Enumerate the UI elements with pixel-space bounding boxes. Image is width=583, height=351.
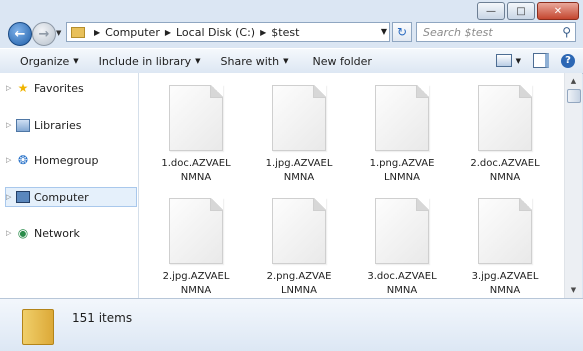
nav-item-network[interactable]: ▷ ◉ Network	[6, 224, 136, 242]
command-bar: Organize ▼ Include in library ▼ Share with…	[0, 48, 583, 74]
blank-document-icon	[272, 85, 326, 151]
search-placeholder: Search $test	[423, 25, 493, 39]
maximize-icon: □	[516, 5, 526, 17]
expand-arrow-icon[interactable]: ▷	[6, 84, 16, 92]
chevron-right-icon[interactable]: ▶	[94, 28, 100, 37]
chevron-down-icon[interactable]: ▼	[381, 27, 387, 36]
file-item[interactable]: 2.png.AZVAELNMNA	[250, 198, 348, 298]
refresh-button[interactable]: ↻	[392, 22, 412, 42]
breadcrumb-local-disk[interactable]: Local Disk (C:)	[176, 26, 255, 39]
file-item[interactable]: 1.png.AZVAELNMNA	[353, 85, 451, 185]
details-pane: 151 items	[0, 298, 583, 351]
blank-document-icon	[478, 198, 532, 264]
nav-item-label: Network	[34, 226, 80, 240]
forward-button[interactable]: →	[32, 22, 56, 46]
chevron-down-icon: ▼	[283, 57, 289, 65]
expand-arrow-icon[interactable]: ▷	[6, 229, 16, 237]
chevron-right-icon[interactable]: ▶	[165, 28, 171, 37]
search-input[interactable]: Search $test ⚲	[416, 22, 576, 42]
organize-button[interactable]: Organize ▼	[12, 55, 87, 68]
file-name: 2.png.AZVAELNMNA	[266, 271, 332, 296]
help-icon[interactable]: ?	[561, 53, 575, 68]
breadcrumb-test-folder[interactable]: $test	[271, 26, 299, 39]
file-list: 1.doc.AZVAELNMNA 1.jpg.AZVAELNMNA 1.png.…	[139, 73, 564, 298]
back-arrow-icon: ←	[14, 26, 26, 42]
nav-item-favorites[interactable]: ▷ ★ Favorites	[6, 79, 136, 97]
file-name: 1.doc.AZVAELNMNA	[161, 158, 231, 183]
blank-document-icon	[478, 85, 532, 151]
file-name: 1.jpg.AZVAELNMNA	[265, 158, 333, 183]
file-item[interactable]: 1.doc.AZVAELNMNA	[147, 85, 245, 185]
recent-pages-dropdown[interactable]: ▼	[56, 29, 61, 37]
search-icon[interactable]: ⚲	[562, 25, 571, 39]
scroll-thumb[interactable]	[567, 89, 581, 103]
folder-icon	[22, 309, 54, 345]
blank-document-icon	[375, 198, 429, 264]
include-in-library-button[interactable]: Include in library ▼	[91, 55, 209, 68]
scroll-down-icon[interactable]: ▼	[565, 282, 582, 298]
library-icon	[16, 118, 30, 132]
chevron-down-icon: ▼	[195, 57, 201, 65]
nav-item-computer[interactable]: ▷ Computer	[5, 187, 137, 207]
computer-icon	[16, 191, 30, 203]
new-folder-button[interactable]: New folder	[304, 55, 379, 68]
expand-arrow-icon[interactable]: ▷	[6, 121, 16, 129]
file-item[interactable]: 3.jpg.AZVAELNMNA	[456, 198, 554, 298]
file-name: 3.doc.AZVAELNMNA	[367, 271, 437, 296]
explorer-window: — □ ✕ ← → ▼ ▶ Computer ▶ Local Disk (C:)…	[0, 0, 583, 351]
expand-arrow-icon[interactable]: ▷	[6, 193, 16, 201]
file-item[interactable]: 3.doc.AZVAELNMNA	[353, 198, 451, 298]
close-icon: ✕	[553, 5, 563, 17]
refresh-icon: ↻	[396, 25, 408, 39]
file-name: 1.png.AZVAELNMNA	[369, 158, 435, 183]
change-view-icon[interactable]	[495, 54, 512, 67]
minimize-button[interactable]: —	[477, 2, 505, 20]
expand-arrow-icon[interactable]: ▷	[6, 156, 16, 164]
file-name: 3.jpg.AZVAELNMNA	[471, 271, 539, 296]
homegroup-icon: ❂	[17, 153, 29, 167]
star-icon: ★	[17, 81, 29, 95]
file-item[interactable]: 2.doc.AZVAELNMNA	[456, 85, 554, 185]
nav-item-homegroup[interactable]: ▷ ❂ Homegroup	[6, 151, 136, 169]
minimize-icon: —	[486, 5, 496, 17]
share-with-button[interactable]: Share with ▼	[213, 55, 297, 68]
vertical-scrollbar[interactable]: ▲ ▼	[564, 73, 582, 298]
nav-item-label: Computer	[34, 190, 89, 204]
chevron-down-icon[interactable]: ▼	[516, 57, 521, 65]
nav-item-label: Libraries	[34, 118, 82, 132]
file-item[interactable]: 2.jpg.AZVAELNMNA	[147, 198, 245, 298]
chevron-down-icon: ▼	[73, 57, 79, 65]
navigation-pane: ▷ ★ Favorites ▷ Libraries ▷ ❂ Homegroup …	[0, 73, 139, 298]
blank-document-icon	[169, 198, 223, 264]
forward-arrow-icon: →	[38, 26, 50, 42]
file-name: 2.doc.AZVAELNMNA	[470, 158, 540, 183]
folder-icon	[71, 26, 85, 38]
breadcrumb-computer[interactable]: Computer	[105, 26, 160, 39]
file-item[interactable]: 1.jpg.AZVAELNMNA	[250, 85, 348, 185]
address-bar[interactable]: ▶ Computer ▶ Local Disk (C:) ▶ $test ▼	[66, 22, 390, 42]
address-row: ← → ▼ ▶ Computer ▶ Local Disk (C:) ▶ $te…	[0, 20, 583, 46]
maximize-button[interactable]: □	[507, 2, 535, 20]
nav-item-libraries[interactable]: ▷ Libraries	[6, 116, 136, 134]
close-button[interactable]: ✕	[537, 2, 579, 20]
blank-document-icon	[272, 198, 326, 264]
back-button[interactable]: ←	[8, 22, 32, 46]
network-icon: ◉	[17, 226, 29, 240]
include-in-library-label: Include in library	[98, 54, 192, 68]
blank-document-icon	[169, 85, 223, 151]
caption-buttons: — □ ✕	[477, 2, 579, 20]
scroll-up-icon[interactable]: ▲	[565, 73, 582, 89]
organize-label: Organize	[20, 54, 70, 68]
share-with-label: Share with	[220, 54, 280, 68]
blank-document-icon	[375, 85, 429, 151]
item-count: 151 items	[72, 311, 133, 325]
nav-item-label: Homegroup	[34, 153, 99, 167]
preview-pane-icon[interactable]	[533, 53, 549, 68]
file-name: 2.jpg.AZVAELNMNA	[162, 271, 230, 296]
nav-item-label: Favorites	[34, 81, 84, 95]
chevron-right-icon[interactable]: ▶	[260, 28, 266, 37]
view-controls: ▼ ?	[495, 53, 575, 68]
